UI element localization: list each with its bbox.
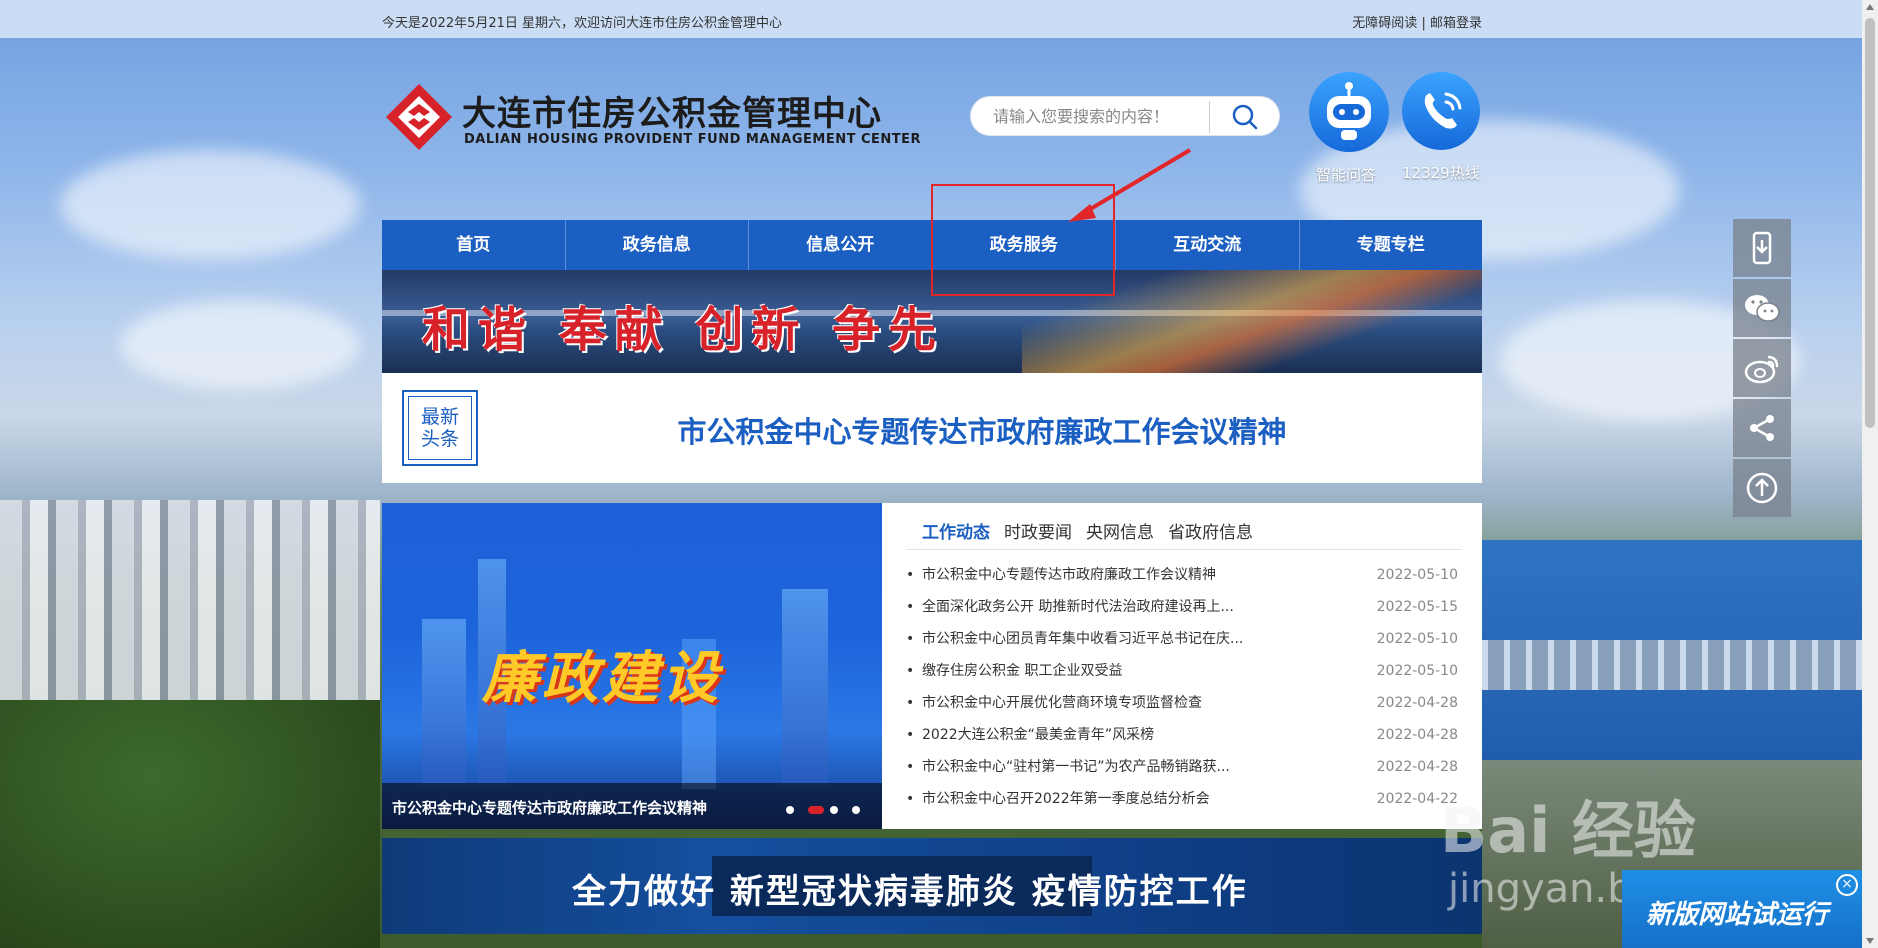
annotation-arrow-icon xyxy=(1068,148,1192,222)
news-slider[interactable]: 廉政建设 市公积金中心专题传达市政府廉政工作会议精神 xyxy=(382,503,882,829)
mobile-download-button[interactable] xyxy=(1733,219,1791,277)
top-links: 无障碍阅读 | 邮箱登录 xyxy=(1352,12,1482,31)
nav-item-government-info[interactable]: 政务信息 xyxy=(566,220,749,270)
site-logo[interactable]: 大连市住房公积金管理中心 DALIAN HOUSING PROVIDENT FU… xyxy=(384,82,921,154)
org-name-cn: 大连市住房公积金管理中心 xyxy=(462,94,882,134)
hotline-label: 12329热线 xyxy=(1402,164,1480,182)
smart-assistant-label: 智能问答 xyxy=(1316,166,1377,184)
news-date: 2022-05-10 xyxy=(1376,663,1458,679)
news-item[interactable]: • 缴存住房公积金 职工企业双受益 2022-05-10 xyxy=(906,655,1462,687)
nav-item-special-topics[interactable]: 专题专栏 xyxy=(1300,220,1483,270)
scroll-up-arrow-icon[interactable] xyxy=(1866,4,1874,10)
top-headline[interactable]: 最新 头条 市公积金中心专题传达市政府廉政工作会议精神 xyxy=(382,373,1482,483)
trial-run-popup[interactable]: 新版网站试运行 × xyxy=(1622,870,1862,948)
news-title[interactable]: 缴存住房公积金 职工企业双受益 xyxy=(922,655,1322,687)
tag-line-1: 最新 xyxy=(420,406,459,428)
news-list: • 市公积金中心专题传达市政府廉政工作会议精神 2022-05-10 • 全面深化政务… xyxy=(906,559,1462,815)
robot-icon xyxy=(1327,82,1371,140)
floating-toolbar xyxy=(1733,219,1791,519)
slider-dot-4[interactable] xyxy=(852,806,860,814)
news-item[interactable]: • 2022大连公积金“最美金青年”风采榜 2022-04-28 xyxy=(906,719,1462,751)
news-tabs: 工作动态 时政要闻 央网信息 省政府信息 xyxy=(922,513,1253,553)
wechat-button[interactable] xyxy=(1733,279,1791,337)
top-link-divider: | xyxy=(1421,16,1426,31)
news-date: 2022-05-10 xyxy=(1376,567,1458,583)
news-title[interactable]: 市公积金中心团员青年集中收看习近平总书记在庆... xyxy=(922,623,1322,655)
news-item[interactable]: • 市公积金中心专题传达市政府廉政工作会议精神 2022-05-10 xyxy=(906,559,1462,591)
tab-work-updates[interactable]: 工作动态 xyxy=(922,513,990,553)
weibo-button[interactable] xyxy=(1733,339,1791,397)
weibo-icon xyxy=(1744,355,1779,384)
smart-assistant-button[interactable] xyxy=(1309,72,1389,152)
news-panel: 工作动态 时政要闻 央网信息 省政府信息 • 市公积金中心专题传达市政府廉政工作会… xyxy=(882,503,1482,829)
share-button[interactable] xyxy=(1733,399,1791,457)
share-icon xyxy=(1750,415,1774,441)
news-date: 2022-05-10 xyxy=(1376,631,1458,647)
hotline-button[interactable] xyxy=(1402,72,1480,150)
slide-caption: 市公积金中心专题传达市政府廉政工作会议精神 xyxy=(382,783,882,829)
news-item[interactable]: • 市公积金中心“驻村第一书记”为农产品畅销路获... 2022-04-28 xyxy=(906,751,1462,783)
news-date: 2022-04-28 xyxy=(1376,695,1458,711)
close-icon[interactable]: × xyxy=(1836,874,1858,896)
mail-login-link[interactable]: 邮箱登录 xyxy=(1430,16,1482,31)
page-scrollbar[interactable] xyxy=(1862,0,1878,948)
watermark-logo-text: Bai 经验 xyxy=(1440,794,1696,867)
search-icon[interactable] xyxy=(1221,101,1269,133)
tab-current-affairs[interactable]: 时政要闻 xyxy=(1004,513,1072,553)
scrollbar-thumb[interactable] xyxy=(1865,18,1875,428)
phone-icon xyxy=(1424,92,1462,129)
wechat-icon xyxy=(1745,295,1780,322)
news-title[interactable]: 2022大连公积金“最美金青年”风采榜 xyxy=(922,719,1322,751)
news-item[interactable]: • 全面深化政务公开 助推新时代法治政府建设再上... 2022-05-15 xyxy=(906,591,1462,623)
slider-dot-3[interactable] xyxy=(830,806,838,814)
news-title[interactable]: 市公积金中心“驻村第一书记”为农产品畅销路获... xyxy=(922,751,1322,783)
latest-headline-tag: 最新 头条 xyxy=(402,390,478,466)
news-date: 2022-04-28 xyxy=(1376,759,1458,775)
news-item[interactable]: • 市公积金中心开展优化营商环境专项监督检查 2022-04-28 xyxy=(906,687,1462,719)
scroll-down-arrow-icon[interactable] xyxy=(1866,938,1874,944)
news-title[interactable]: 市公积金中心开展优化营商环境专项监督检查 xyxy=(922,687,1322,719)
back-to-top-button[interactable] xyxy=(1733,459,1791,517)
tab-provincial-news[interactable]: 省政府信息 xyxy=(1168,513,1253,553)
news-title[interactable]: 市公积金中心专题传达市政府廉政工作会议精神 xyxy=(922,559,1322,591)
slider-dot-2[interactable] xyxy=(808,806,824,814)
news-title[interactable]: 市公积金中心召开2022年第一季度总结分析会 xyxy=(922,783,1322,815)
slide-image-text: 廉政建设 xyxy=(482,646,722,711)
headline-title[interactable]: 市公积金中心专题传达市政府廉政工作会议精神 xyxy=(502,409,1462,451)
org-name-en: DALIAN HOUSING PROVIDENT FUND MANAGEMENT… xyxy=(464,132,922,147)
news-title[interactable]: 全面深化政务公开 助推新时代法治政府建设再上... xyxy=(922,591,1322,623)
tab-central-news[interactable]: 央网信息 xyxy=(1086,513,1154,553)
top-bar: 今天是2022年5月21日 星期六，欢迎访问大连市住房公积金管理中心 无障碍阅读… xyxy=(0,0,1878,38)
slide-caption-text[interactable]: 市公积金中心专题传达市政府廉政工作会议精神 xyxy=(392,797,707,818)
search-divider xyxy=(1209,101,1210,133)
popup-text: 新版网站试运行 xyxy=(1646,900,1829,930)
news-date: 2022-05-15 xyxy=(1376,599,1458,615)
epidemic-banner-text: 全力做好 新型冠状病毒肺炎 疫情防控工作 xyxy=(572,872,1248,912)
search-input[interactable] xyxy=(993,105,1213,127)
nav-item-home[interactable]: 首页 xyxy=(382,220,566,270)
epidemic-prevention-banner[interactable]: 全力做好 新型冠状病毒肺炎 疫情防控工作 xyxy=(382,838,1482,934)
slider-dot-1[interactable] xyxy=(786,806,794,814)
mobile-download-icon xyxy=(1752,231,1772,265)
logo-emblem-icon xyxy=(386,84,452,150)
news-item[interactable]: • 市公积金中心团员青年集中收看习近平总书记在庆... 2022-05-10 xyxy=(906,623,1462,655)
news-item[interactable]: • 市公积金中心召开2022年第一季度总结分析会 2022-04-22 xyxy=(906,783,1462,815)
banner-slogan: 和谐 奉献 创新 争先 xyxy=(422,302,945,358)
back-to-top-icon xyxy=(1746,472,1778,504)
welcome-date-text: 今天是2022年5月21日 星期六，欢迎访问大连市住房公积金管理中心 xyxy=(382,16,783,31)
tag-line-2: 头条 xyxy=(420,428,459,450)
nav-item-info-disclosure[interactable]: 信息公开 xyxy=(749,220,933,270)
search-box xyxy=(970,96,1280,136)
accessibility-link[interactable]: 无障碍阅读 xyxy=(1352,16,1417,31)
news-date: 2022-04-28 xyxy=(1376,727,1458,743)
